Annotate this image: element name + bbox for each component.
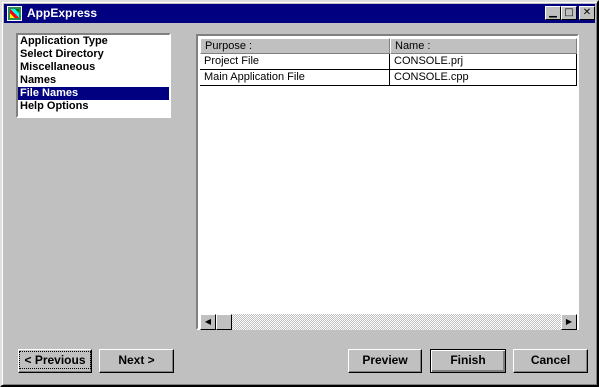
previous-button[interactable]: < Previous [18, 349, 92, 373]
step-item-select-directory[interactable]: Select Directory [18, 48, 169, 61]
cell-name[interactable]: CONSOLE.cpp [390, 70, 577, 86]
previous-button-label: < Previous [19, 351, 91, 369]
scroll-thumb[interactable] [216, 314, 232, 330]
step-item-help-options[interactable]: Help Options [18, 100, 169, 113]
cell-purpose[interactable]: Project File [200, 54, 390, 70]
title-bar[interactable]: AppExpress ▁ □ ✕ [4, 4, 595, 23]
column-header-name[interactable]: Name : [390, 38, 577, 54]
next-button[interactable]: Next > [99, 349, 174, 373]
step-item-miscellaneous[interactable]: Miscellaneous [18, 61, 169, 74]
cancel-button[interactable]: Cancel [513, 349, 588, 373]
table-row[interactable]: Project File CONSOLE.prj [200, 54, 577, 70]
app-icon[interactable] [7, 6, 22, 21]
step-item-names[interactable]: Names [18, 74, 169, 87]
window-title: AppExpress [27, 6, 98, 20]
scroll-left-icon[interactable]: ◀ [200, 314, 216, 330]
cell-name[interactable]: CONSOLE.prj [390, 54, 577, 70]
close-button[interactable]: ✕ [579, 6, 595, 20]
step-list[interactable]: Application Type Select Directory Miscel… [16, 33, 171, 118]
table-row[interactable]: Main Application File CONSOLE.cpp [200, 70, 577, 86]
step-item-file-names[interactable]: File Names [18, 87, 169, 100]
step-item-application-type[interactable]: Application Type [18, 35, 169, 48]
file-names-grid[interactable]: Purpose : Name : Project File CONSOLE.pr… [196, 34, 579, 330]
appexpress-window: AppExpress ▁ □ ✕ Application Type Select… [0, 0, 599, 387]
cell-purpose[interactable]: Main Application File [200, 70, 390, 86]
horizontal-scrollbar[interactable]: ◀ ▶ [200, 314, 577, 330]
preview-button[interactable]: Preview [348, 349, 422, 373]
scroll-right-icon[interactable]: ▶ [561, 314, 577, 330]
column-header-purpose[interactable]: Purpose : [200, 38, 390, 54]
finish-button[interactable]: Finish [430, 349, 506, 373]
maximize-button[interactable]: □ [561, 6, 577, 20]
scroll-track[interactable] [216, 314, 561, 330]
grid-header: Purpose : Name : [200, 38, 577, 54]
minimize-button[interactable]: ▁ [545, 6, 561, 20]
